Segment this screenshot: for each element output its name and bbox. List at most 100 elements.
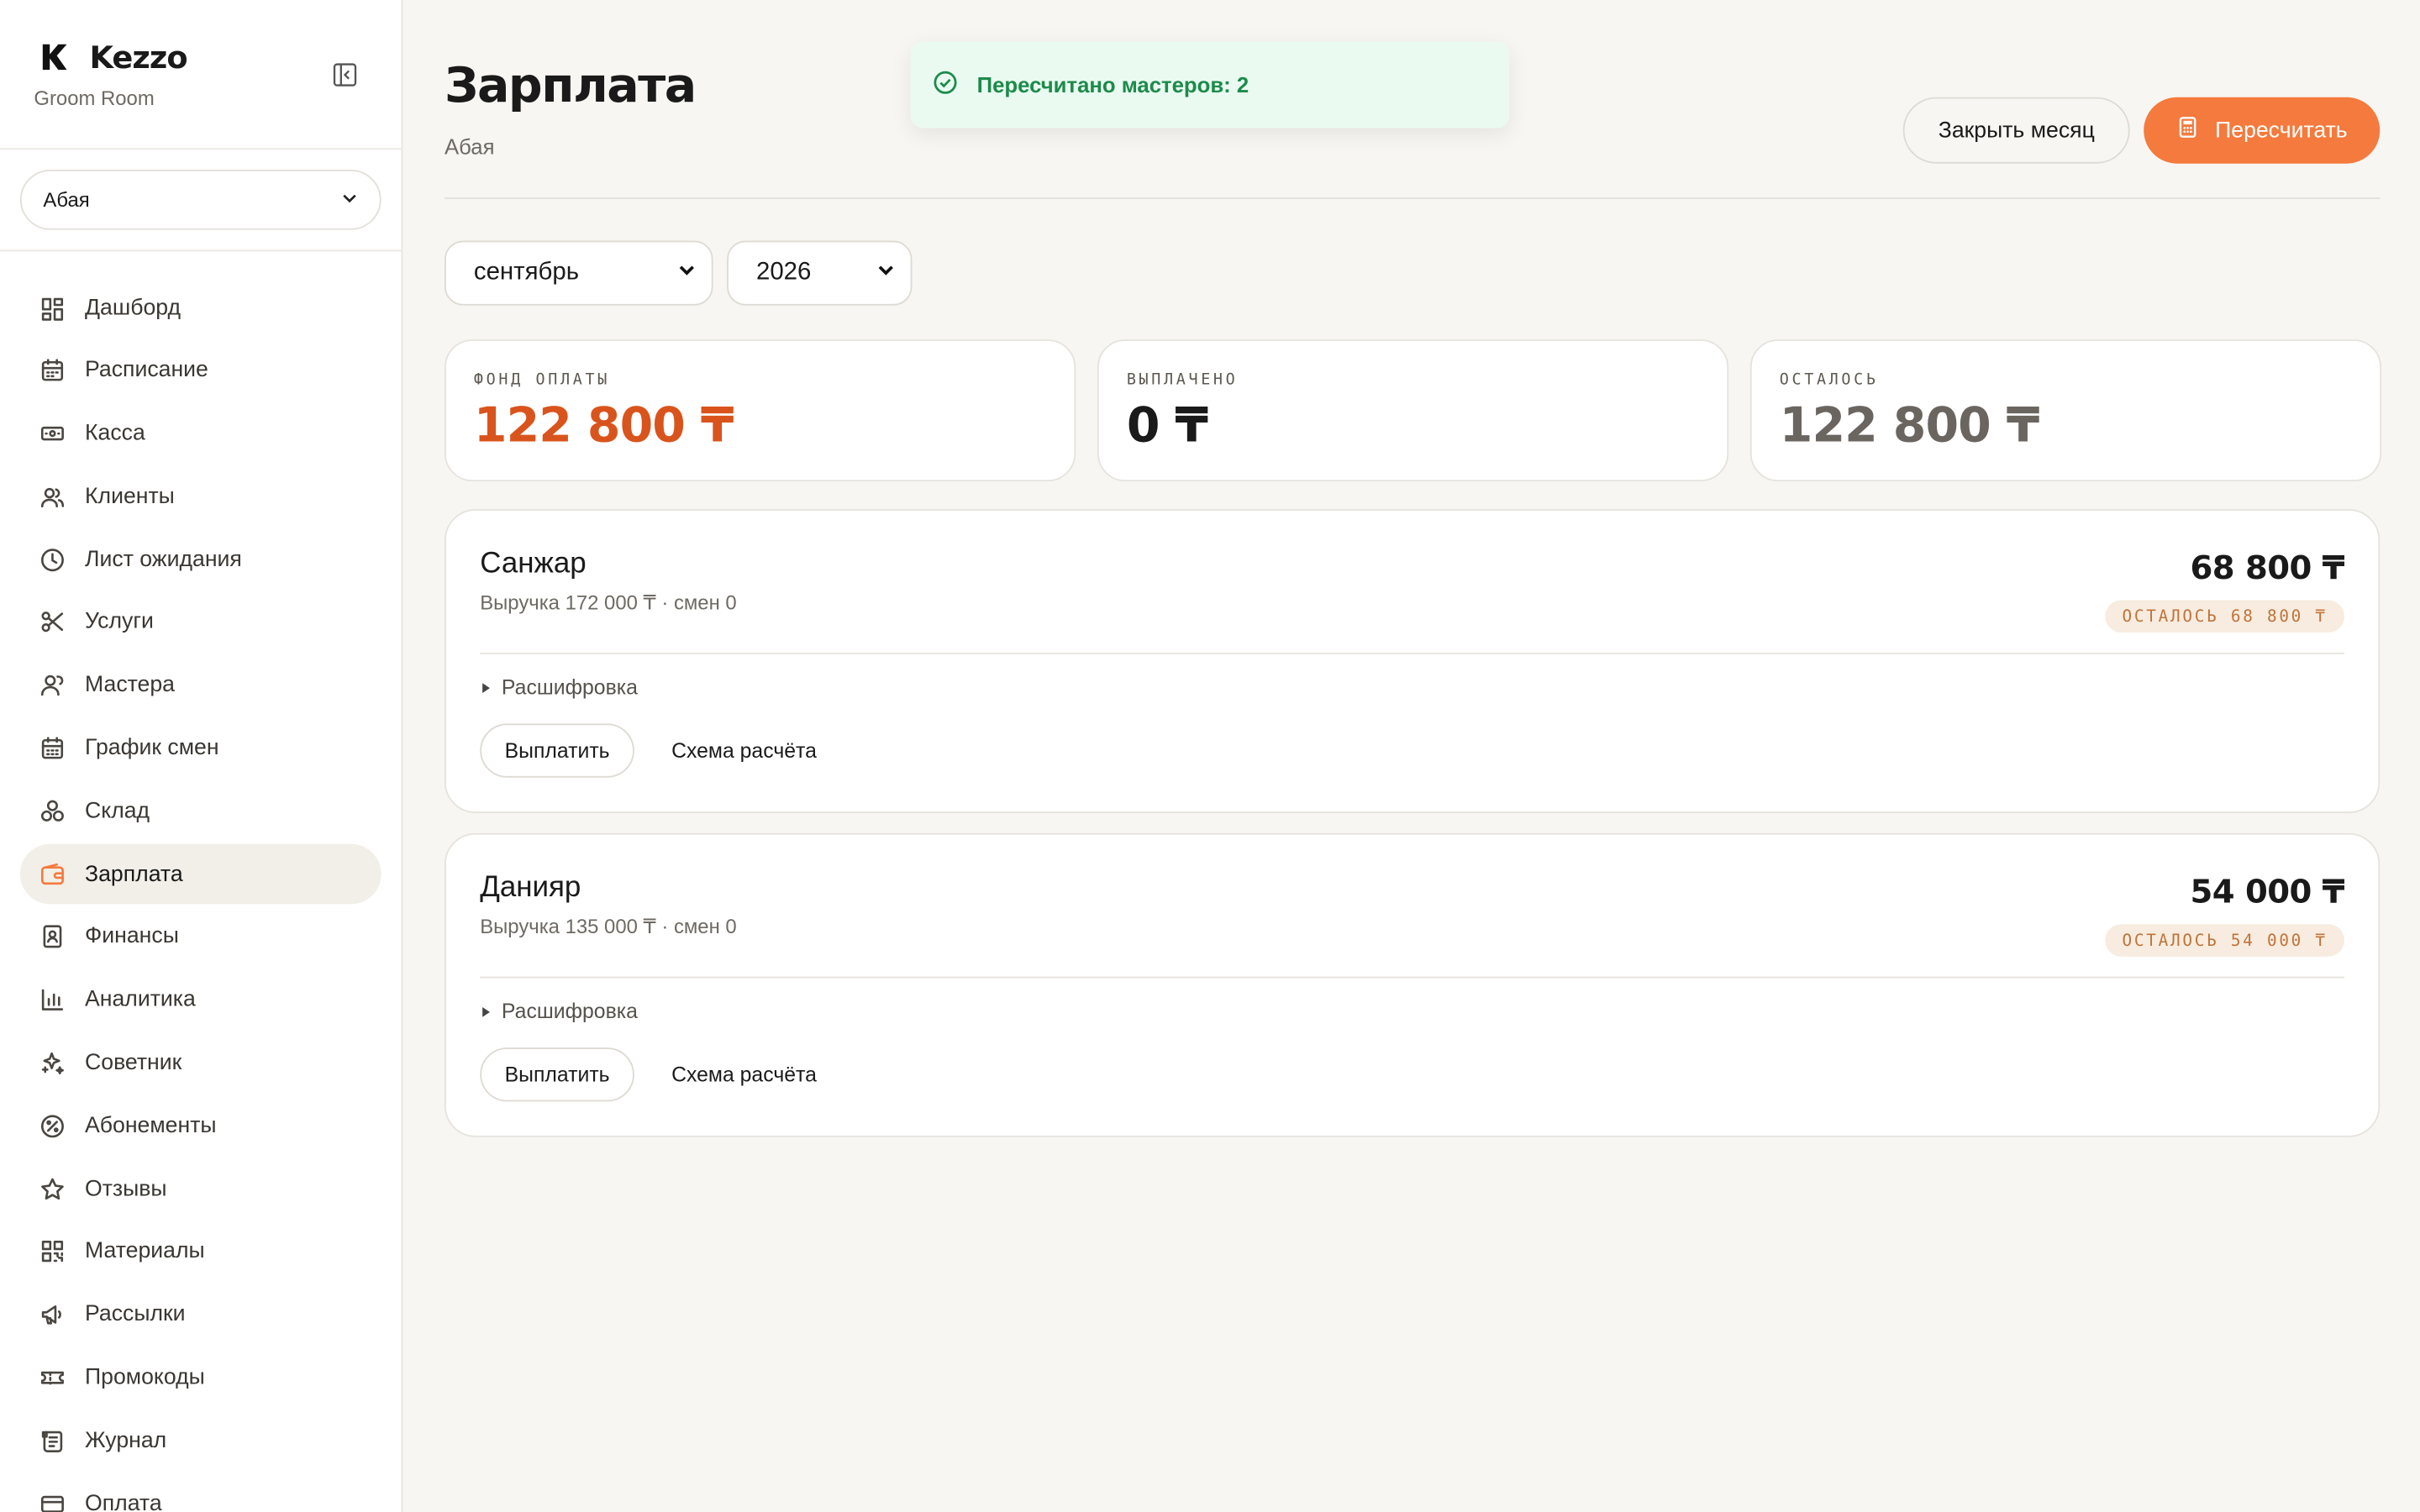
stat-label: ВЫПЛАЧЕНО (1126, 371, 1239, 389)
year-select-value: 2026 (755, 259, 812, 286)
remaining-badge: ОСТАЛОСЬ 68 800 ₸ (2105, 600, 2344, 633)
card-actions: Выплатить Схема расчёта (480, 1047, 817, 1102)
master-name: Санжар (480, 548, 587, 580)
master-card: Санжар Выручка 172 000 ₸ · смен 0 68 800… (444, 509, 2381, 813)
stat-label: ФОНД ОПЛАТЫ (473, 371, 610, 389)
contact-book-icon (39, 923, 66, 951)
calendar-grid-icon (39, 734, 66, 762)
stat-value: 122 800 ₸ (473, 397, 734, 454)
sidebar-divider (0, 249, 402, 252)
sidebar-item-3[interactable]: Касса (20, 403, 381, 464)
sidebar-item-19[interactable]: Журнал (20, 1410, 381, 1471)
sidebar-item-12[interactable]: Аналитика (20, 970, 381, 1031)
qr-code-icon (39, 1238, 66, 1266)
sidebar-item-6[interactable]: Услуги (20, 592, 381, 653)
page-subtitle: Абая (444, 134, 495, 160)
breakdown-toggle[interactable]: Расшифровка (480, 1000, 638, 1023)
success-toast: Пересчитано мастеров: 2 (910, 41, 1510, 129)
pay-button[interactable]: Выплатить (480, 723, 635, 778)
sidebar-item-15[interactable]: Отзывы (20, 1159, 381, 1220)
scissors-icon (39, 609, 66, 637)
master-amount: 68 800 ₸ (2190, 549, 2344, 586)
sparkles-icon (39, 1049, 66, 1077)
masters-icon (39, 671, 66, 699)
stat-card-payroll-fund: ФОНД ОПЛАТЫ 122 800 ₸ (444, 339, 1076, 482)
calculator-icon (2176, 116, 2200, 145)
chevron-down-icon (677, 260, 696, 287)
sidebar-item-label: Отзывы (85, 1176, 167, 1202)
period-filters: сентябрь 2026 (444, 240, 913, 306)
recalculate-button[interactable]: Пересчитать (2144, 97, 2381, 164)
sidebar-item-17[interactable]: Рассылки (20, 1285, 381, 1346)
sidebar-collapse-icon[interactable] (330, 60, 358, 88)
breakdown-label: Расшифровка (501, 1000, 638, 1023)
card-actions: Выплатить Схема расчёта (480, 723, 817, 778)
check-circle-icon (932, 70, 958, 101)
stat-card-paid: ВЫПЛАЧЕНО 0 ₸ (1097, 339, 1729, 482)
sidebar-item-18[interactable]: Промокоды (20, 1347, 381, 1408)
brand: Kezzo Groom Room (34, 37, 187, 109)
calc-scheme-link[interactable]: Схема расчёта (671, 1063, 817, 1087)
sidebar-item-14[interactable]: Абонементы (20, 1096, 381, 1157)
sidebar-item-label: Журнал (85, 1428, 167, 1453)
recalculate-label: Пересчитать (2215, 118, 2348, 143)
sidebar-item-11[interactable]: Финансы (20, 907, 381, 968)
sidebar-item-label: Склад (85, 799, 150, 824)
stat-label: ОСТАЛОСЬ (1779, 371, 1879, 389)
sidebar-item-10[interactable]: Зарплата (19, 844, 381, 905)
branch-select[interactable]: Абая (19, 170, 381, 230)
users-icon (39, 483, 66, 511)
sidebar-item-label: Зарплата (85, 862, 183, 887)
boxes-icon (39, 797, 66, 825)
sidebar-item-1[interactable]: Дашборд (20, 278, 381, 339)
stat-value: 0 ₸ (1126, 397, 1208, 454)
card-divider (480, 652, 2344, 654)
clock-icon (39, 546, 66, 574)
wallet-icon (39, 860, 66, 888)
calc-scheme-link[interactable]: Схема расчёта (671, 739, 817, 763)
summary-stats: ФОНД ОПЛАТЫ 122 800 ₸ ВЫПЛАЧЕНО 0 ₸ ОСТА… (444, 339, 2382, 482)
sidebar-item-label: Дашборд (85, 295, 182, 321)
master-name: Данияр (480, 871, 581, 905)
sidebar-item-16[interactable]: Материалы (20, 1222, 381, 1283)
sidebar-item-label: Абонементы (85, 1113, 217, 1139)
sidebar: Kezzo Groom Room Абая Дашборд Расписание К… (0, 0, 403, 1512)
sidebar-item-8[interactable]: График смен (20, 718, 381, 779)
badge-percent-icon (39, 1112, 66, 1140)
sidebar-item-5[interactable]: Лист ожидания (20, 529, 381, 590)
star-icon (39, 1175, 66, 1203)
kezzo-logo-icon (34, 37, 74, 77)
sidebar-item-20[interactable]: Оплата (20, 1473, 381, 1512)
cash-icon (39, 420, 66, 448)
breakdown-toggle[interactable]: Расшифровка (480, 675, 638, 699)
sidebar-item-4[interactable]: Клиенты (20, 466, 381, 527)
sidebar-item-label: Мастера (85, 673, 175, 698)
toast-message: Пересчитано мастеров: 2 (976, 72, 1249, 97)
sidebar-item-label: График смен (85, 736, 219, 761)
sidebar-divider (0, 148, 402, 150)
sidebar-item-7[interactable]: Мастера (20, 655, 381, 716)
sidebar-item-13[interactable]: Советник (20, 1033, 381, 1094)
sidebar-item-label: Лист ожидания (85, 547, 242, 572)
master-card: Данияр Выручка 135 000 ₸ · смен 0 54 000… (444, 832, 2381, 1137)
close-month-button[interactable]: Закрыть месяц (1902, 97, 2131, 164)
sidebar-item-label: Материалы (85, 1239, 205, 1265)
sidebar-item-9[interactable]: Склад (20, 781, 381, 842)
breakdown-label: Расшифровка (501, 675, 638, 700)
scroll-icon (39, 1427, 66, 1455)
year-select[interactable]: 2026 (727, 240, 913, 306)
megaphone-icon (39, 1301, 66, 1329)
sidebar-item-2[interactable]: Расписание (20, 341, 381, 402)
sidebar-item-label: Промокоды (85, 1365, 205, 1390)
header-actions: Закрыть месяц Пересчитать (1902, 97, 2381, 164)
pay-button[interactable]: Выплатить (480, 1047, 635, 1102)
sidebar-item-label: Аналитика (85, 987, 196, 1013)
sidebar-item-label: Клиенты (85, 484, 175, 509)
master-meta: Выручка 135 000 ₸ · смен 0 (480, 915, 737, 938)
month-select[interactable]: сентябрь (444, 240, 713, 306)
month-select-value: сентябрь (473, 259, 580, 286)
sidebar-item-label: Рассылки (85, 1302, 186, 1328)
dashboard-icon (39, 294, 66, 322)
stat-card-remaining: ОСТАЛОСЬ 122 800 ₸ (1749, 339, 2382, 482)
branch-select-value: Абая (43, 188, 90, 212)
